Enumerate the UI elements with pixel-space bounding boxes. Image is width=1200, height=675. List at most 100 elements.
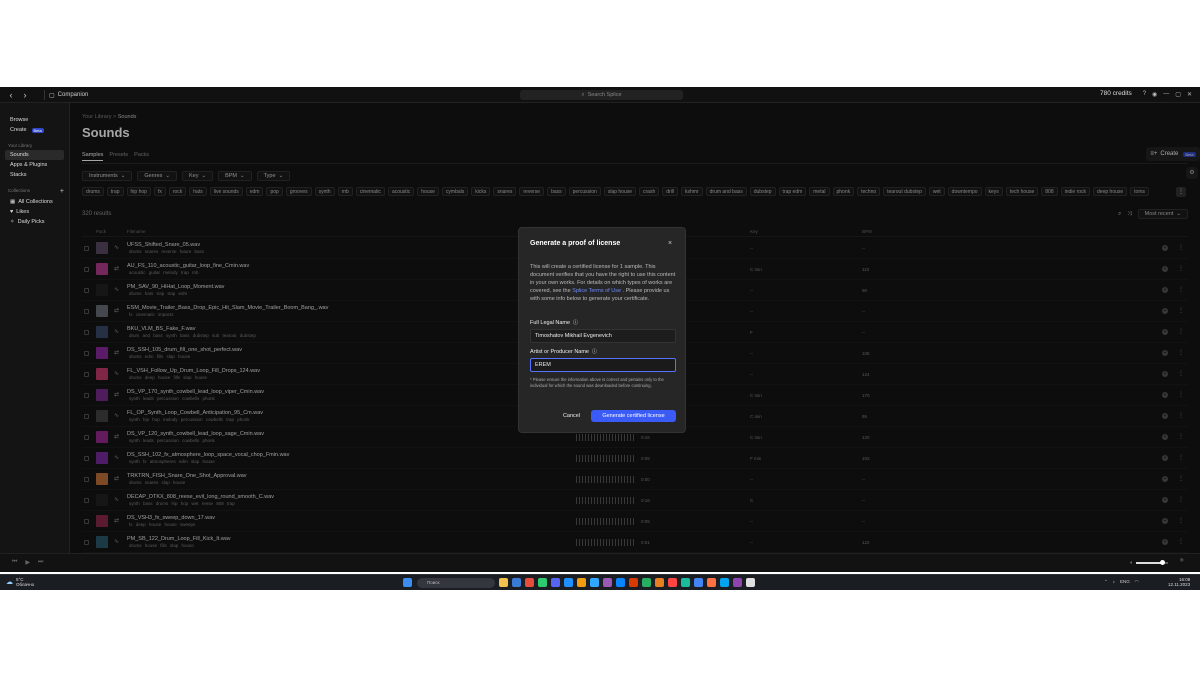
sidebar-item-all-collections[interactable]: ▦ All Collections: [5, 197, 64, 207]
windows-taskbar: ☁ 5°C Облачно Поиск ⌃ ♪ ENG ◠ 16:08 12.11.…: [0, 574, 1200, 590]
volume-knob[interactable]: [1159, 560, 1165, 565]
info-icon[interactable]: ⓘ: [592, 348, 597, 355]
full-name-label: Full Legal Name ⓘ: [530, 319, 578, 327]
help-icon[interactable]: ?: [1143, 91, 1146, 98]
sidebar-item-label: Browse: [10, 117, 29, 123]
weather-text: Облачно: [16, 582, 35, 587]
terms-link[interactable]: Splice Terms of Use: [572, 288, 621, 294]
sidebar-item-label: Create: [10, 127, 27, 133]
modal-description: This will create a certified license for…: [530, 263, 676, 303]
taskbar-apps: [403, 578, 412, 587]
window-controls: ? ◉ — ▢ ✕: [1143, 91, 1192, 98]
search-placeholder: Search Splice: [587, 92, 622, 98]
volume-slider[interactable]: [1136, 560, 1169, 565]
info-icon[interactable]: ⓘ: [573, 319, 578, 326]
sidebar-item-label: Sounds: [10, 152, 29, 158]
search-bar[interactable]: ⌕ Search Splice: [520, 90, 683, 100]
credits-count[interactable]: 780 credits: [1100, 90, 1132, 97]
volume-icon: ◐: [1130, 560, 1134, 566]
app-icon[interactable]: [577, 578, 586, 587]
weather-widget[interactable]: ☁ 5°C Облачно: [6, 577, 34, 587]
minimize-icon[interactable]: —: [1163, 91, 1169, 98]
app-icon[interactable]: [616, 578, 625, 587]
pinned-apps: [499, 578, 755, 587]
sidebar-item-label: Apps & Plugins: [10, 162, 48, 168]
forward-arrow-icon[interactable]: ›: [18, 90, 32, 100]
cloud-icon: ☁: [6, 578, 13, 586]
speaker-icon[interactable]: ♪: [1113, 579, 1115, 585]
add-collection-icon[interactable]: +: [60, 188, 64, 195]
label-text: Artist or Producer Name: [530, 348, 589, 355]
app-icon[interactable]: [551, 578, 560, 587]
app-icon[interactable]: [603, 578, 612, 587]
avatar[interactable]: ◉: [1152, 91, 1157, 98]
title-bar: ‹ › ▢ Companion ⌕ Search Splice 780 cred…: [0, 87, 1200, 103]
sidebar-item-label: All Collections: [18, 199, 53, 205]
app-icon[interactable]: [681, 578, 690, 587]
app-icon[interactable]: [642, 578, 651, 587]
volume-control[interactable]: ◐: [1130, 560, 1169, 566]
app-icon[interactable]: [629, 578, 638, 587]
sidebar-item-create[interactable]: Create Beta: [5, 125, 64, 135]
language-indicator[interactable]: ENG: [1120, 579, 1130, 585]
companion-button[interactable]: ▢ Companion: [44, 90, 88, 100]
maximize-icon[interactable]: ▢: [1175, 91, 1181, 98]
heart-icon: ♥: [10, 209, 14, 215]
app-icon[interactable]: [707, 578, 716, 587]
app-icon[interactable]: [525, 578, 534, 587]
windows-start-icon[interactable]: [403, 578, 412, 587]
taskbar-search[interactable]: Поиск: [417, 578, 495, 588]
artist-name-label: Artist or Producer Name ⓘ: [530, 348, 597, 356]
app-icon[interactable]: [694, 578, 703, 587]
section-heading: Collections: [8, 188, 31, 193]
app-icon[interactable]: [564, 578, 573, 587]
app-icon[interactable]: [746, 578, 755, 587]
player-bar: ⏮ ▶ ⏭ ◐ ◎: [0, 553, 1200, 572]
disclaimer-note: * Please ensure the information above is…: [530, 377, 664, 388]
chevron-up-icon[interactable]: ⌃: [1104, 579, 1108, 585]
sidebar: Browse Create Beta Your Library Sounds Ap…: [0, 103, 70, 553]
midi-icon[interactable]: ◎: [1180, 557, 1184, 562]
clock[interactable]: 16:08 12.11.2023: [1168, 577, 1190, 587]
app-icon[interactable]: [733, 578, 742, 587]
sidebar-item-apps-plugins[interactable]: Apps & Plugins: [5, 160, 64, 170]
app-icon[interactable]: [590, 578, 599, 587]
app-icon[interactable]: [538, 578, 547, 587]
beta-badge: Beta: [31, 127, 44, 133]
sidebar-section-collections: Collections +: [5, 188, 64, 195]
sidebar-item-stacks[interactable]: Stacks: [5, 170, 64, 180]
label-text: Full Legal Name: [530, 319, 571, 326]
next-icon[interactable]: ⏭: [38, 559, 43, 566]
sidebar-item-daily-picks[interactable]: ✧ Daily Picks: [5, 217, 64, 227]
sidebar-item-label: Daily Picks: [17, 219, 45, 225]
app-icon[interactable]: [499, 578, 508, 587]
companion-label: Companion: [57, 92, 89, 98]
artist-name-field[interactable]: EREM: [530, 358, 676, 372]
app-icon[interactable]: [512, 578, 521, 587]
sidebar-item-label: Stacks: [10, 172, 27, 178]
close-icon[interactable]: ×: [668, 240, 672, 247]
cancel-button[interactable]: Cancel: [555, 410, 588, 422]
back-arrow-icon[interactable]: ‹: [4, 90, 18, 100]
full-name-field[interactable]: Timoshatov Mikhail Evgenevich: [530, 329, 676, 343]
wifi-icon[interactable]: ◠: [1135, 579, 1139, 585]
player-controls: ⏮ ▶ ⏭: [12, 559, 43, 566]
play-icon[interactable]: ▶: [25, 559, 30, 566]
sidebar-item-likes[interactable]: ♥ Likes: [5, 207, 64, 217]
license-modal: Generate a proof of license × This will …: [518, 227, 686, 433]
app-icon[interactable]: [655, 578, 664, 587]
system-tray: ⌃ ♪ ENG ◠: [1104, 579, 1139, 585]
window-icon: ▢: [49, 92, 55, 99]
close-icon[interactable]: ✕: [1187, 91, 1192, 98]
app-icon[interactable]: [668, 578, 677, 587]
modal-title: Generate a proof of license: [530, 240, 621, 247]
section-heading: Your Library: [8, 143, 33, 148]
generate-license-button[interactable]: Generate certified license: [591, 410, 676, 422]
previous-icon[interactable]: ⏮: [12, 559, 17, 566]
app-icon[interactable]: [720, 578, 729, 587]
sidebar-section-library: Your Library: [5, 143, 64, 148]
grid-icon: ▦: [10, 199, 16, 205]
sparkle-icon: ✧: [10, 219, 15, 225]
sidebar-item-sounds[interactable]: Sounds: [5, 150, 64, 160]
sidebar-item-browse[interactable]: Browse: [5, 115, 64, 125]
